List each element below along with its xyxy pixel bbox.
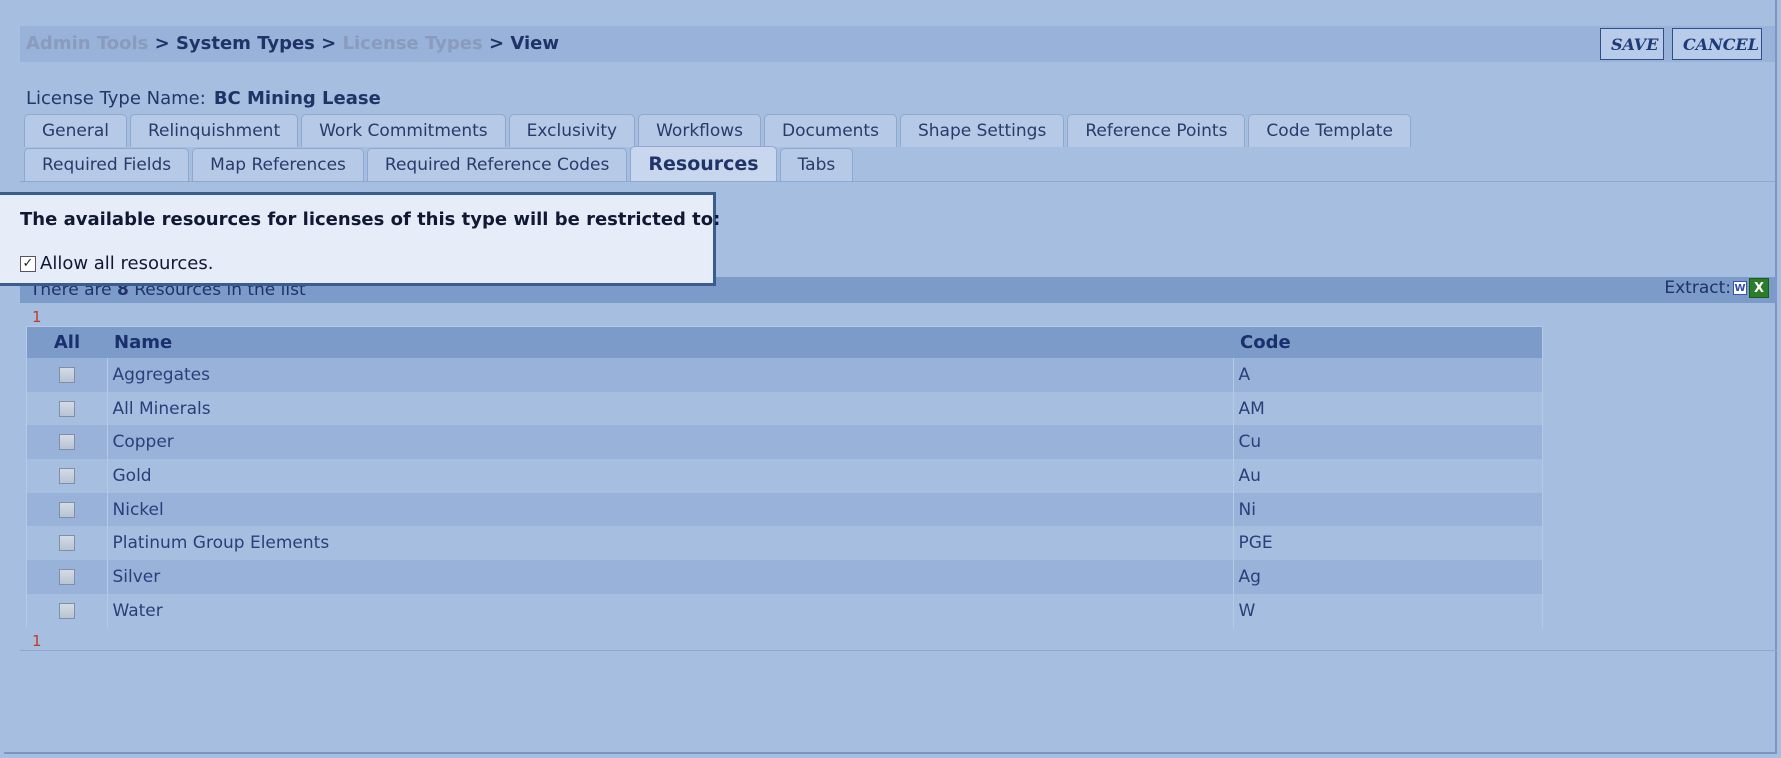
word-icon[interactable]: W (1733, 281, 1747, 295)
resource-code: A (1232, 358, 1542, 392)
table-row: Gold Au (27, 459, 1542, 493)
resource-restriction-callout: The available resources for licenses of … (0, 192, 720, 286)
row-checkbox[interactable] (58, 535, 75, 552)
tab-general[interactable]: General (24, 114, 127, 147)
allow-all-resources[interactable]: ✓ Allow all resources. (20, 253, 213, 274)
extract-label: Extract: (1664, 278, 1731, 298)
resource-code: PGE (1232, 526, 1542, 561)
resource-code: Cu (1232, 425, 1542, 460)
row-checkbox[interactable] (58, 400, 75, 417)
table-row: Nickel Ni (27, 492, 1542, 527)
breadcrumb-system-types[interactable]: System Types (176, 33, 315, 54)
resource-name: Copper (106, 425, 1233, 460)
table-row: All Minerals AM (27, 391, 1542, 426)
row-checkbox[interactable] (58, 568, 75, 585)
resource-code: Ag (1232, 560, 1542, 594)
tab-code-template[interactable]: Code Template (1248, 114, 1411, 147)
column-header-name: Name (114, 332, 173, 353)
row-checkbox[interactable] (58, 434, 75, 451)
tab-map-references[interactable]: Map References (192, 148, 364, 181)
panel-bottom-divider (20, 650, 1777, 651)
resource-name: Nickel (106, 492, 1233, 527)
resource-name: Aggregates (106, 358, 1233, 392)
breadcrumb-view: View (510, 33, 559, 54)
tab-panel-divider (20, 181, 1775, 182)
table-row: Silver Ag (27, 560, 1542, 594)
callout-title: The available resources for licenses of … (20, 209, 721, 230)
license-type-value: BC Mining Lease (213, 88, 381, 109)
allow-all-checkbox[interactable]: ✓ (20, 255, 36, 272)
license-type-label: License Type Name: (26, 88, 206, 109)
table-row: Platinum Group Elements PGE (27, 526, 1542, 561)
resources-table: All Name Code Aggregates A All Minerals … (26, 326, 1543, 628)
table-header-row: All Name Code (27, 327, 1542, 358)
resource-name: Platinum Group Elements (106, 526, 1233, 561)
tab-exclusivity[interactable]: Exclusivity (508, 114, 636, 147)
breadcrumb-separator: > (482, 33, 511, 54)
tab-bar-row-2: Required Fields Map References Required … (24, 146, 854, 182)
row-checkbox[interactable] (58, 602, 75, 619)
resource-name: Silver (106, 560, 1233, 594)
tab-reference-points[interactable]: Reference Points (1067, 114, 1246, 147)
column-header-code: Code (1240, 332, 1291, 353)
table-row: Water W (27, 593, 1542, 628)
table-row: Copper Cu (27, 425, 1542, 460)
extract-controls: Extract: W X (1664, 278, 1769, 298)
resource-code: AM (1232, 391, 1542, 426)
row-checkbox[interactable] (58, 501, 75, 518)
breadcrumb-separator: > (314, 33, 343, 54)
resource-code: W (1232, 593, 1542, 628)
tab-tabs[interactable]: Tabs (779, 148, 854, 181)
pager-bottom[interactable]: 1 (32, 632, 42, 650)
breadcrumb-separator: > (148, 33, 176, 54)
excel-icon[interactable]: X (1749, 278, 1769, 298)
tab-workflows[interactable]: Workflows (638, 114, 762, 147)
page-header: Admin Tools > System Types > License Typ… (20, 26, 1775, 62)
license-type-name: License Type Name: BC Mining Lease (26, 88, 381, 109)
resource-code: Ni (1232, 492, 1542, 527)
tab-relinquishment[interactable]: Relinquishment (130, 114, 299, 147)
resource-name: Gold (106, 459, 1233, 493)
tab-required-fields[interactable]: Required Fields (24, 148, 190, 181)
table-row: Aggregates A (27, 358, 1542, 392)
cancel-button[interactable]: CANCEL (1672, 28, 1762, 60)
app-frame: Admin Tools > System Types > License Typ… (4, 0, 1777, 754)
tab-required-reference-codes[interactable]: Required Reference Codes (366, 148, 628, 181)
tab-bar-row-1: General Relinquishment Work Commitments … (24, 114, 1411, 147)
tab-documents[interactable]: Documents (764, 114, 897, 147)
tab-shape-settings[interactable]: Shape Settings (899, 114, 1065, 147)
row-checkbox[interactable] (58, 366, 75, 383)
column-header-all[interactable]: All (27, 327, 107, 358)
resource-name: Water (106, 593, 1233, 628)
save-button[interactable]: SAVE (1600, 28, 1664, 60)
breadcrumb-admin-tools[interactable]: Admin Tools (26, 33, 148, 54)
allow-all-label: Allow all resources. (40, 253, 214, 274)
resource-name: All Minerals (106, 391, 1233, 426)
tab-resources[interactable]: Resources (630, 146, 777, 182)
tab-work-commitments[interactable]: Work Commitments (301, 114, 506, 147)
row-checkbox[interactable] (58, 467, 75, 484)
pager-top[interactable]: 1 (32, 308, 42, 326)
breadcrumb-license-types[interactable]: License Types (343, 33, 483, 54)
breadcrumb: Admin Tools > System Types > License Typ… (26, 33, 559, 54)
resource-code: Au (1232, 459, 1542, 493)
